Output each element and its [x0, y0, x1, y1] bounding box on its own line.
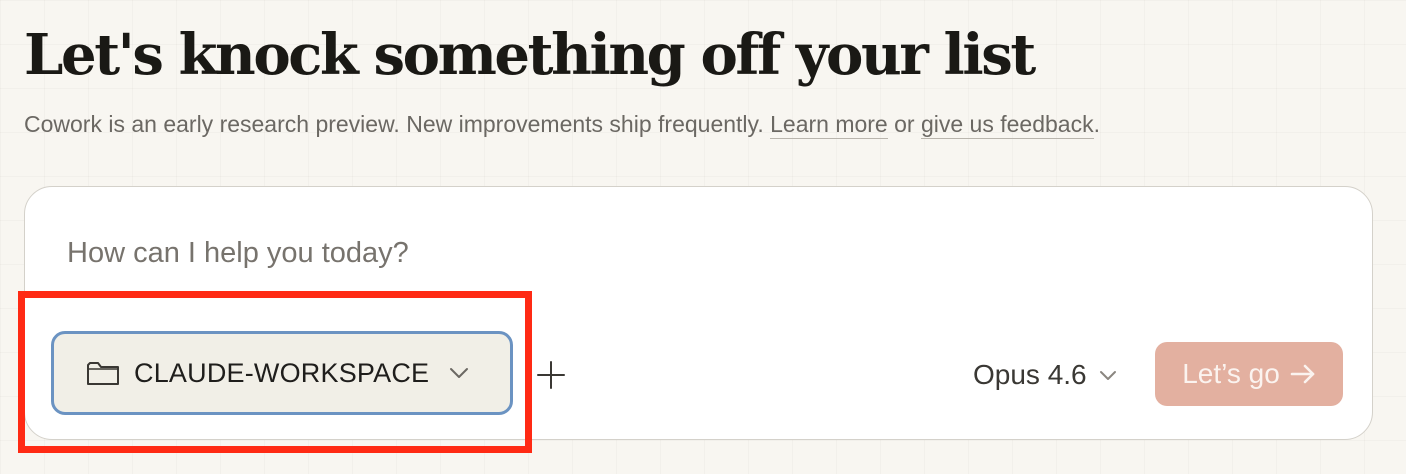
chevron-down-icon	[449, 367, 469, 379]
subtitle-period: .	[1093, 111, 1100, 137]
folder-icon	[86, 359, 120, 387]
subtitle-or: or	[894, 111, 915, 137]
arrow-right-icon	[1290, 364, 1316, 384]
submit-button[interactable]: Let’s go	[1155, 342, 1343, 406]
folder-label: CLAUDE-WORKSPACE	[134, 357, 430, 388]
composer-card: CLAUDE-WORKSPACE Opus 4.6 Let’s go	[24, 186, 1373, 440]
model-label: Opus 4.6	[973, 359, 1087, 390]
plus-icon	[536, 360, 566, 390]
page-title: Let's knock something off your list	[24, 22, 1036, 88]
chevron-down-icon	[1099, 370, 1117, 381]
subtitle-text: Cowork is an early research preview. New…	[24, 111, 764, 137]
model-selector[interactable]: Opus 4.6	[973, 355, 1117, 395]
learn-more-link[interactable]: Learn more	[770, 111, 888, 139]
feedback-link[interactable]: give us feedback	[920, 111, 1094, 139]
folder-selector-button[interactable]: CLAUDE-WORKSPACE	[51, 331, 513, 415]
subtitle: Cowork is an early research preview. New…	[24, 108, 1100, 140]
add-attachment-button[interactable]	[533, 357, 569, 393]
prompt-input[interactable]	[67, 231, 1267, 275]
submit-label: Let’s go	[1182, 358, 1280, 389]
